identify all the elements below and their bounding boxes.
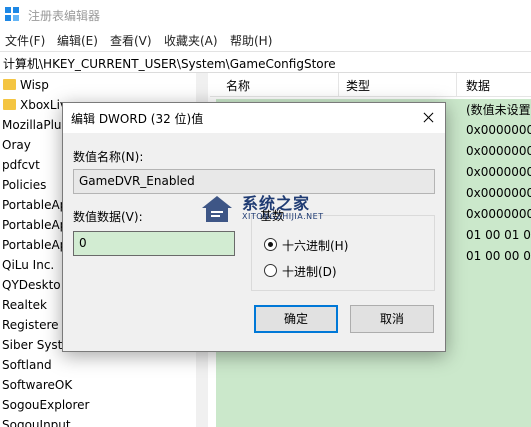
data-cell: 0x00000001 [466,165,531,179]
tree-item[interactable]: Siber Syste [2,335,70,355]
value-name-label: 数值名称(N): [73,150,144,164]
tree-item[interactable]: Softland [2,355,52,375]
list-header: 名称 类型 数据 [210,73,531,97]
menu-view[interactable]: 查看(V) [110,32,152,49]
registry-editor-icon [5,7,20,22]
tree-item[interactable]: PortableAp [2,195,67,215]
data-cell: 01 00 00 00 [466,249,531,263]
value-data-label: 数值数据(V): [73,210,143,224]
dialog-titlebar[interactable]: 编辑 DWORD (32 位)值 [63,103,445,133]
menu-file[interactable]: 文件(F) [5,32,45,49]
folder-icon [3,79,16,90]
address-path[interactable]: 计算机\HKEY_CURRENT_USER\System\GameConfigS… [3,55,336,72]
tree-item[interactable]: QYDeskto [2,275,61,295]
watermark-subtext: XITONGZHIJIA.NET [242,212,324,221]
menu-edit[interactable]: 编辑(E) [57,32,98,49]
radio-unselected-icon [264,264,277,277]
tree-item[interactable]: SoftwareOK [2,375,72,395]
tree-item[interactable]: Realtek [2,295,47,315]
radio-selected-icon [264,238,277,251]
tree-item-label: XboxLiv [20,98,68,112]
radio-hex-label: 十六进制(H) [282,239,349,253]
app-title: 注册表编辑器 [28,9,101,23]
tree-item[interactable]: PortableAp [2,235,67,255]
tree-item[interactable]: SogouExplorer [2,395,90,415]
column-type[interactable]: 类型 [346,77,370,94]
tree-item[interactable]: MozillaPlu [2,115,62,135]
address-bar[interactable]: 计算机\HKEY_CURRENT_USER\System\GameConfigS… [0,51,531,73]
data-cell: 0x00000000 [466,123,531,137]
radio-dec-label: 十进制(D) [282,265,337,279]
close-icon[interactable] [411,103,445,133]
watermark-text: 系统之家 [242,194,311,213]
tree-item-xboxlive[interactable]: XboxLiv [2,95,67,115]
data-cell: 0x00000000 [466,144,531,158]
watermark: 系统之家 XITONGZHIJIA.NET [198,188,342,230]
menu-help[interactable]: 帮助(H) [230,32,272,49]
ok-button[interactable]: 确定 [254,305,338,333]
tree-item[interactable]: PortableAp [2,215,67,235]
data-cell: 0x00000000 [466,186,531,200]
tree-item-wisp[interactable]: Wisp [2,75,49,95]
tree-item-label: Wisp [20,78,49,92]
column-name[interactable]: 名称 [226,77,250,94]
column-divider[interactable] [338,73,339,97]
menu-bar: 文件(F) 编辑(E) 查看(V) 收藏夹(A) 帮助(H) [0,29,531,51]
radio-hexadecimal[interactable]: 十六进制(H) [264,236,424,254]
tree-item[interactable]: Oray [2,135,31,155]
data-cell: 01 00 01 00 [466,228,531,242]
dialog-title: 编辑 DWORD (32 位)值 [71,112,204,126]
tree-item[interactable]: Policies [2,175,46,195]
column-divider[interactable] [456,73,457,97]
tree-item[interactable]: Registere [2,315,59,335]
radio-decimal[interactable]: 十进制(D) [264,262,424,280]
value-data-input[interactable]: 0 [73,231,235,256]
tree-item[interactable]: pdfcvt [2,155,40,175]
menu-favorites[interactable]: 收藏夹(A) [164,32,218,49]
house-logo-icon [202,196,232,222]
cancel-button[interactable]: 取消 [350,305,434,333]
tree-item[interactable]: QiLu Inc. [2,255,54,275]
folder-icon [3,99,16,110]
window-titlebar: 注册表编辑器 [0,0,531,29]
data-cell: (数值未设置) [466,103,531,117]
column-data[interactable]: 数据 [466,77,490,94]
tree-item[interactable]: SogouInput [2,415,71,427]
data-cell: 0x00000000 [466,207,531,221]
